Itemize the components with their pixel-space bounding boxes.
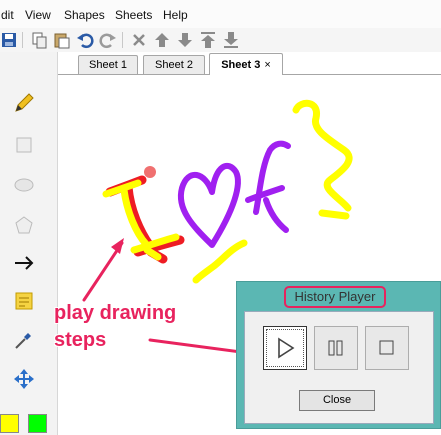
- yellow-stroke: [192, 239, 248, 284]
- annotation-line-1: play drawing: [54, 302, 177, 324]
- history-player-dialog: History Player Close: [236, 281, 441, 429]
- annotation-arrow-line: [82, 241, 124, 302]
- play-button[interactable]: [263, 326, 307, 370]
- dialog-body: Close: [244, 311, 434, 424]
- yellow-stroke: [292, 99, 353, 220]
- pause-icon: [328, 340, 343, 356]
- annotation-line-2: steps: [54, 329, 107, 351]
- stop-button[interactable]: [365, 326, 409, 370]
- stop-icon: [379, 340, 394, 355]
- red-dot: [144, 166, 156, 178]
- annotation-arrowhead: [111, 238, 124, 254]
- purple-stroke: [245, 140, 291, 233]
- play-icon: [278, 337, 295, 359]
- pause-button[interactable]: [314, 326, 358, 370]
- purple-stroke: [177, 162, 241, 248]
- close-button[interactable]: Close: [299, 390, 375, 411]
- dialog-title: History Player: [284, 286, 386, 308]
